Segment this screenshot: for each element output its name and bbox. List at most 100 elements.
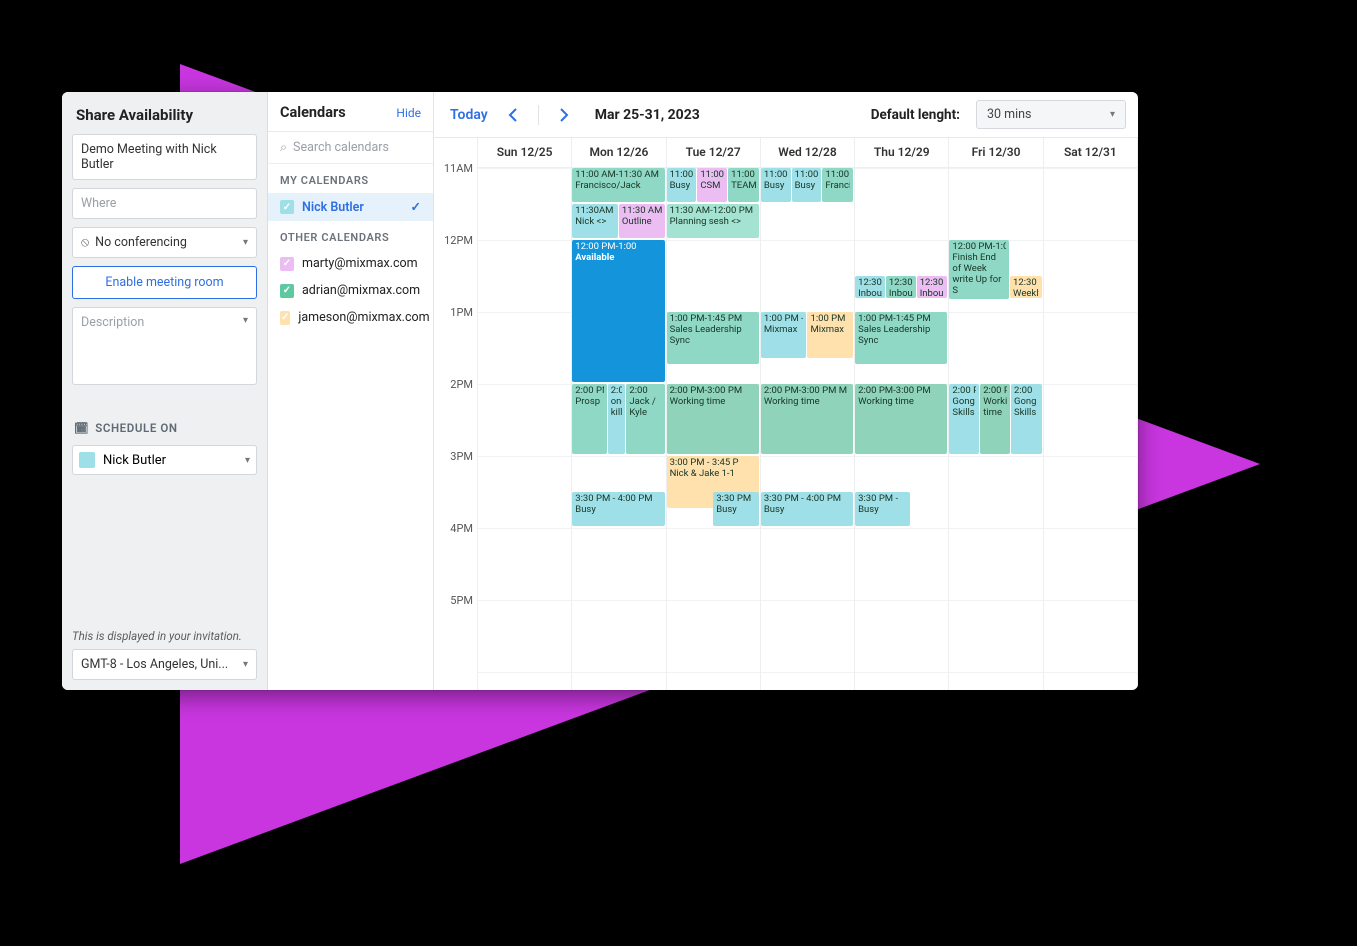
day-header: Sat 12/31 — [1044, 138, 1138, 168]
calendar-name: marty@mixmax.com — [302, 256, 418, 271]
chevron-down-icon: ▾ — [243, 237, 248, 248]
conferencing-value: No conferencing — [95, 235, 187, 250]
calendar-event[interactable]: 12:30 PMWeekly — [1010, 276, 1042, 298]
chevron-down-icon: ▾ — [1110, 109, 1115, 120]
hour-label: 12PM — [434, 240, 477, 312]
prev-week-button[interactable] — [500, 102, 526, 128]
calendar-event[interactable]: 2:00 PMProsp — [572, 384, 606, 454]
calendar-item[interactable]: ✓ adrian@mixmax.com — [268, 277, 433, 304]
calendar-event[interactable]: 12:30Inboun — [855, 276, 885, 298]
default-length-label: Default lenght: — [871, 107, 960, 123]
hide-calendars-button[interactable]: Hide — [396, 106, 421, 120]
description-input[interactable]: Description ▾ — [72, 307, 257, 385]
calendar-event[interactable]: 3:30 PM - 4:00 PMBusy — [572, 492, 664, 526]
day-column[interactable]: 11:00 AM-11:30 AMFrancisco/Jack11:30AMNi… — [572, 168, 666, 690]
hour-label: 11AM — [434, 168, 477, 240]
calendar-event[interactable]: 11:30 AMOutline — [619, 204, 665, 238]
calendar-item[interactable]: ✓ Nick Butler ✓ — [268, 193, 433, 221]
day-grid: Sun 12/25Mon 12/26Tue 12/27Wed 12/28Thu … — [478, 138, 1138, 690]
calendar-event[interactable]: 11:00Busy — [667, 168, 697, 202]
calendar-name: jameson@mixmax.com — [298, 310, 429, 325]
calendar-checkbox[interactable]: ✓ — [280, 284, 294, 298]
calendar-event[interactable]: 3:30 PM -Busy — [855, 492, 910, 526]
day-header: Wed 12/28 — [761, 138, 855, 168]
calendar-name: Nick Butler — [302, 200, 364, 215]
day-header: Thu 12/29 — [855, 138, 949, 168]
day-column[interactable]: 11:00Busy11:00Busy11:00Franci1:00 PM -Mi… — [761, 168, 855, 690]
day-column[interactable] — [1044, 168, 1138, 690]
calendar-item[interactable]: ✓ jameson@mixmax.com — [268, 304, 433, 331]
conferencing-select[interactable]: ⦸ No conferencing ▾ — [72, 227, 257, 258]
calendar-event[interactable]: 3:30 PMBusy — [713, 492, 759, 526]
day-column[interactable]: 11:00Busy11:00CSM11:00TEAM11:30 AM-12:00… — [667, 168, 761, 690]
schedule-on-name: Nick Butler — [103, 453, 166, 468]
calendar-event[interactable]: 1:00 PM-1:45 PMSales Leadership Sync — [667, 312, 759, 364]
calendar-event[interactable]: 12:30Inboun — [917, 276, 948, 298]
share-availability-panel: Share Availability Demo Meeting with Nic… — [62, 92, 268, 690]
where-input[interactable]: Where — [72, 188, 257, 219]
panel-title: Share Availability — [62, 92, 267, 134]
day-column[interactable]: 12:30Inboun12:30Inboun12:30Inboun1:00 PM… — [855, 168, 949, 690]
calendar-event[interactable]: 1:00 PMMixmax — [807, 312, 853, 358]
calendar-checkbox[interactable]: ✓ — [280, 311, 290, 325]
calendar-event[interactable]: 11:00Busy — [761, 168, 791, 202]
hour-label: 4PM — [434, 528, 477, 600]
day-header: Mon 12/26 — [572, 138, 666, 168]
day-header: Sun 12/25 — [478, 138, 572, 168]
calendar-event[interactable]: 12:00 PM-1:00Available — [572, 240, 664, 382]
calendar-event[interactable]: 11:00CSM — [697, 168, 727, 202]
hour-label: 3PM — [434, 456, 477, 528]
calendar-event[interactable]: 2:00 PM-3:00 PMWorking time — [667, 384, 759, 454]
calendar-event[interactable]: 2:00 Pong kills — [608, 384, 626, 454]
calendar-event[interactable]: 1:00 PM-1:45 PMSales Leadership Sync — [855, 312, 947, 364]
calendar-event[interactable]: 11:00TEAM — [728, 168, 759, 202]
calendar-event[interactable]: 11:00Franci — [822, 168, 853, 202]
toolbar-divider — [538, 105, 539, 125]
chevron-down-icon: ▾ — [243, 659, 248, 670]
calendar-event[interactable]: 11:00 AM-11:30 AMFrancisco/Jack — [572, 168, 664, 202]
calendar-event[interactable]: 2:00Gong Skills — [1011, 384, 1042, 454]
calendar-search-input[interactable]: ⌕ Search calendars — [268, 132, 433, 164]
calendar-item[interactable]: ✓ marty@mixmax.com — [268, 250, 433, 277]
calendars-title: Calendars — [280, 104, 346, 121]
calendar-event[interactable]: 1:00 PM -Mixmax — [761, 312, 807, 358]
invitation-disclaimer: This is displayed in your invitation. — [72, 629, 257, 643]
default-length-select[interactable]: 30 mins ▾ — [976, 100, 1126, 129]
calendar-event[interactable]: 12:30Inboun — [886, 276, 916, 298]
default-length-value: 30 mins — [987, 107, 1032, 122]
calendar-event[interactable]: 11:00Busy — [792, 168, 822, 202]
my-calendars-header: MY CALENDARS — [268, 164, 433, 193]
calendar-event[interactable]: 2:00 PWorking time — [980, 384, 1010, 454]
calendar-event[interactable]: 2:00Jack / Kyle — [626, 384, 664, 454]
meeting-title-value: Demo Meeting with Nick Butler — [81, 142, 248, 172]
day-column[interactable] — [478, 168, 572, 690]
hour-label: 1PM — [434, 312, 477, 384]
schedule-on-label: 🗓 SCHEDULE ON — [72, 415, 257, 437]
calendar-event[interactable]: 2:00 PM-3:00 PM MWorking time — [761, 384, 853, 454]
calendar-checkbox[interactable]: ✓ — [280, 200, 294, 214]
today-button[interactable]: Today — [446, 103, 492, 127]
calendar-event[interactable]: 11:30AMNick <> — [572, 204, 618, 238]
timezone-value: GMT-8 - Los Angeles, Uni... — [81, 657, 228, 672]
chevron-down-icon: ▾ — [245, 455, 250, 466]
enable-meeting-room-button[interactable]: Enable meeting room — [72, 266, 257, 299]
timezone-select[interactable]: GMT-8 - Los Angeles, Uni... ▾ — [72, 649, 257, 680]
calendar-color-chip — [79, 452, 95, 468]
calendar-search-placeholder: Search calendars — [293, 140, 389, 155]
meeting-title-input[interactable]: Demo Meeting with Nick Butler — [72, 134, 257, 180]
calendar-event[interactable]: 12:00 PM-1:00Finish End of Week write Up… — [949, 240, 1009, 299]
schedule-on-select[interactable]: Nick Butler ▾ — [72, 445, 257, 475]
calendar-event[interactable]: 2:00 PGong Skills — [949, 384, 979, 454]
where-placeholder: Where — [81, 196, 116, 211]
calendar-toolbar: Today Mar 25-31, 2023 Default lenght: 30… — [434, 92, 1138, 138]
day-column[interactable]: 12:00 PM-1:00Finish End of Week write Up… — [949, 168, 1043, 690]
calendar-event[interactable]: 11:30 AM-12:00 PMPlanning sesh <> — [667, 204, 759, 238]
video-off-icon: ⦸ — [81, 235, 89, 250]
calendar-event[interactable]: 2:00 PM-3:00 PMWorking time — [855, 384, 947, 454]
next-week-button[interactable] — [551, 102, 577, 128]
calendar-event[interactable]: 3:30 PM - 4:00 PMBusy — [761, 492, 853, 526]
check-icon: ✓ — [411, 199, 421, 215]
calendar-main: Today Mar 25-31, 2023 Default lenght: 30… — [434, 92, 1138, 690]
calendar-name: adrian@mixmax.com — [302, 283, 420, 298]
calendar-checkbox[interactable]: ✓ — [280, 257, 294, 271]
